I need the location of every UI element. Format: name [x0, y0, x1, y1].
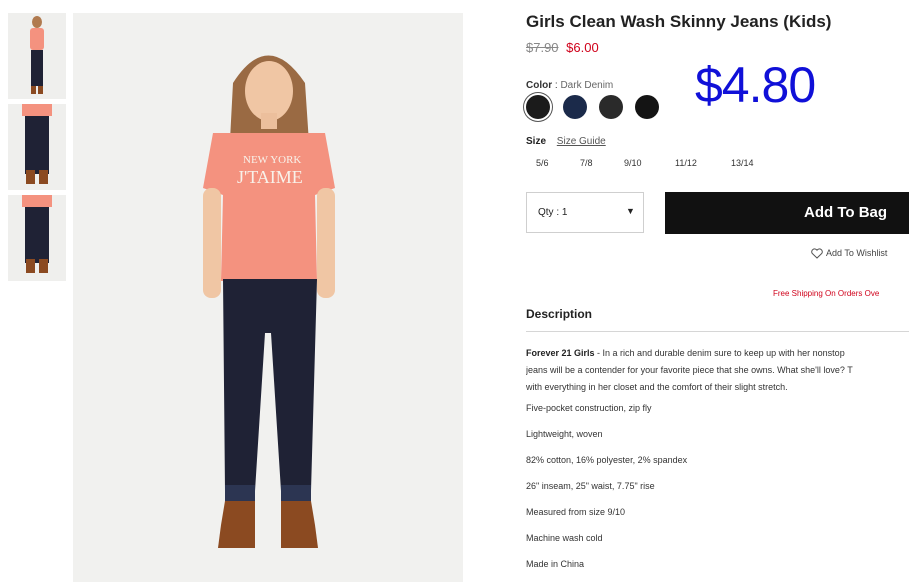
size-option[interactable]: 9/10 — [624, 158, 642, 168]
description-heading: Description — [526, 307, 593, 321]
color-swatch-navy[interactable] — [563, 95, 587, 119]
size-option[interactable]: 11/12 — [675, 158, 697, 168]
size-option[interactable]: 13/14 — [731, 158, 754, 168]
description-bullet: 26" inseam, 25" waist, 7.75" rise — [526, 481, 655, 491]
description-line: Forever 21 Girls - In a rich and durable… — [526, 345, 909, 362]
thumbnail-legs-back[interactable] — [8, 195, 66, 281]
caret-down-icon: ▼ — [626, 206, 635, 216]
description-bullet: Made in China — [526, 559, 585, 569]
quantity-value: Qty : 1 — [538, 207, 568, 218]
sale-price: $6.00 — [566, 40, 599, 55]
heart-outline-icon — [811, 248, 823, 259]
description-bullet: 82% cotton, 16% polyester, 2% spandex — [526, 455, 688, 465]
size-guide-link[interactable]: Size Guide — [557, 136, 606, 147]
size-label-row: Size Size Guide — [526, 136, 606, 147]
svg-text:NEW YORK: NEW YORK — [243, 154, 301, 166]
description-bullet: Lightweight, woven — [526, 429, 603, 439]
size-option[interactable]: 5/6 — [536, 158, 549, 168]
color-swatch-black[interactable] — [526, 95, 550, 119]
free-shipping-note: Free Shipping On Orders Ove — [773, 289, 880, 298]
price-block: $7.90 $6.00 — [526, 40, 599, 55]
thumbnail-figure — [8, 13, 66, 99]
color-separator: : — [554, 80, 558, 91]
color-label-row: Color : Dark Denim — [526, 80, 613, 91]
description-divider — [526, 331, 909, 332]
product-title: Girls Clean Wash Skinny Jeans (Kids) — [526, 12, 832, 31]
color-swatch-jet[interactable] — [635, 95, 659, 119]
color-label: Color — [526, 80, 553, 91]
original-price: $7.90 — [526, 40, 559, 55]
size-option[interactable]: 7/8 — [580, 158, 593, 168]
thumbnail-figure — [8, 195, 66, 281]
model-illustration: NEW YORK J'TAIME — [73, 13, 463, 582]
description-brand: Forever 21 Girls — [526, 348, 595, 358]
thumbnail-list — [8, 13, 66, 286]
selected-color: Dark Denim — [560, 80, 614, 91]
main-product-image[interactable]: NEW YORK J'TAIME — [73, 13, 463, 582]
svg-text:J'TAIME: J'TAIME — [237, 167, 303, 187]
description-text: Forever 21 Girls - In a rich and durable… — [526, 345, 909, 396]
overlay-price: $4.80 — [695, 57, 816, 113]
description-line2: jeans will be a contender for your favor… — [526, 365, 853, 375]
wishlist-label: Add To Wishlist — [826, 248, 888, 258]
description-bullet: Measured from size 9/10 — [526, 507, 626, 517]
description-bullet: Machine wash cold — [526, 533, 603, 543]
quantity-select[interactable]: Qty : 1 ▼ — [526, 192, 644, 233]
color-swatch-charcoal[interactable] — [599, 95, 623, 119]
size-label: Size — [526, 136, 547, 147]
add-to-wishlist-link[interactable]: Add To Wishlist — [811, 248, 887, 259]
description-bullet: Five-pocket construction, zip fly — [526, 403, 652, 413]
description-line3: with everything in her closet and the co… — [526, 382, 788, 392]
add-to-bag-button[interactable]: Add To Bag — [665, 192, 909, 234]
add-to-bag-label: Add To Bag — [804, 204, 888, 221]
thumbnail-legs-front[interactable] — [8, 104, 66, 190]
thumbnail-full-body[interactable] — [8, 13, 66, 99]
description-line1: - In a rich and durable denim sure to ke… — [594, 348, 845, 358]
thumbnail-figure — [8, 104, 66, 190]
